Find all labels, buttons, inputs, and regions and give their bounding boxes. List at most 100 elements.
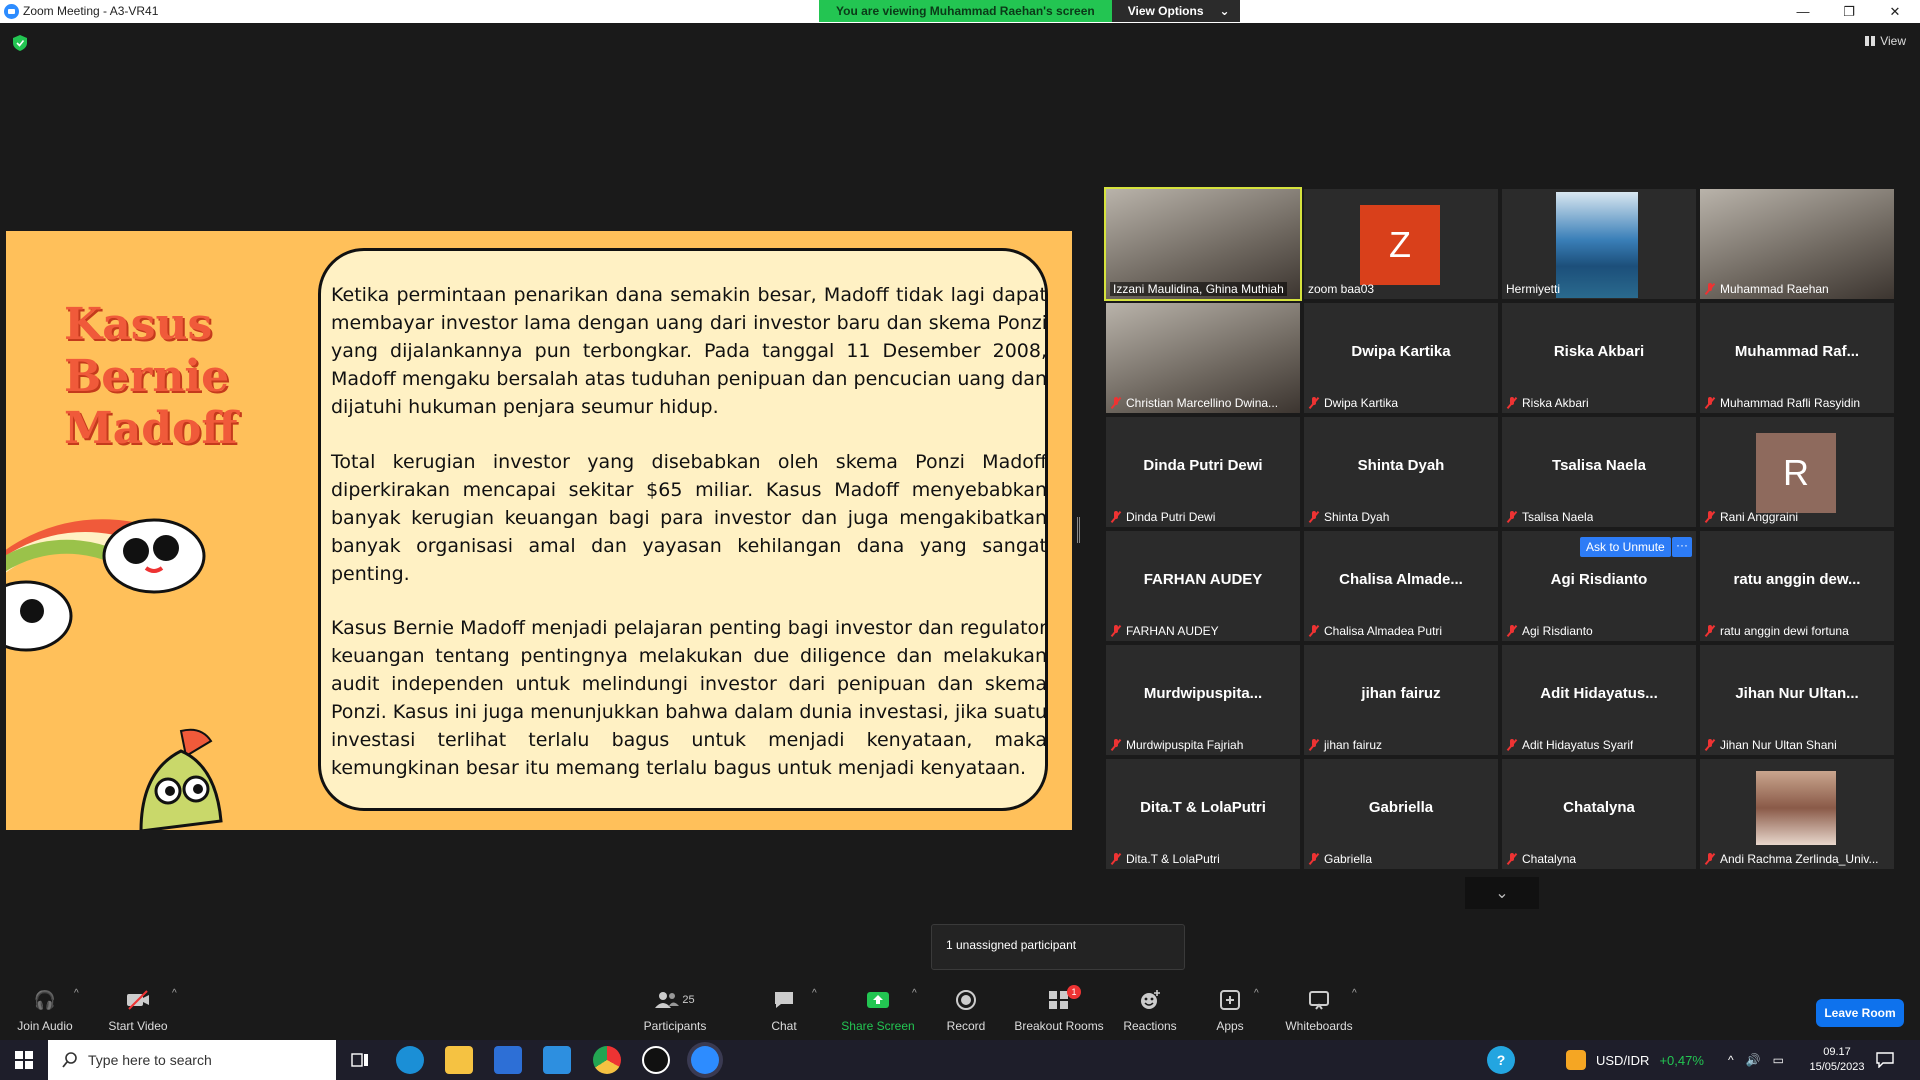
search-placeholder: Type here to search <box>88 1052 212 1068</box>
mic-muted-icon <box>1110 853 1122 865</box>
apps-button[interactable]: Apps <box>1212 972 1248 1040</box>
teamviewer-icon[interactable] <box>642 1046 670 1074</box>
network-icon[interactable]: ▭ <box>1773 1053 1784 1067</box>
participant-tile[interactable]: Muhammad Raf... Muhammad Rafli Rasyidin <box>1700 303 1894 413</box>
whiteboards-button[interactable]: Whiteboards <box>1284 972 1354 1040</box>
windows-logo-icon <box>15 1051 33 1069</box>
start-video-label: Start Video <box>108 1019 168 1033</box>
mail-icon[interactable] <box>543 1046 571 1074</box>
file-explorer-icon[interactable] <box>445 1046 473 1074</box>
record-button[interactable]: Record <box>942 972 990 1040</box>
task-view-icon[interactable] <box>346 1046 374 1074</box>
volume-icon[interactable]: 🔊 <box>1746 1053 1761 1067</box>
reactions-button[interactable]: Reactions <box>1122 972 1178 1040</box>
notification-icon[interactable] <box>1876 1040 1894 1080</box>
participant-tile[interactable]: ratu anggin dew... ratu anggin dewi fortu… <box>1700 531 1894 641</box>
mic-muted-icon <box>1704 853 1716 865</box>
participant-tile[interactable]: Chatalyna Chatalyna <box>1502 759 1696 869</box>
start-video-button[interactable]: Start Video <box>104 972 172 1040</box>
apps-options-caret[interactable]: ^ <box>1254 988 1259 999</box>
participant-name-label: Andi Rachma Zerlinda_Univ... <box>1704 852 1879 866</box>
mic-muted-icon <box>1704 283 1716 295</box>
share-screen-button[interactable]: Share Screen <box>840 972 916 1040</box>
viewing-message: You are viewing Muhammad Raehan's screen <box>819 0 1112 22</box>
chrome-browser-icon[interactable] <box>593 1046 621 1074</box>
more-options-button[interactable]: ··· <box>1672 537 1692 557</box>
participant-name-label: zoom baa03 <box>1308 282 1374 296</box>
audio-options-caret[interactable]: ^ <box>74 988 79 999</box>
tray-expand-icon[interactable]: ^ <box>1728 1053 1734 1067</box>
chat-options-caret[interactable]: ^ <box>812 988 817 999</box>
video-options-caret[interactable]: ^ <box>172 988 177 999</box>
mic-muted-icon <box>1308 853 1320 865</box>
participant-name-label: Gabriella <box>1308 852 1372 866</box>
participant-display-name: FARHAN AUDEY <box>1143 571 1263 588</box>
apps-label: Apps <box>1216 1019 1244 1033</box>
restore-button[interactable]: ❐ <box>1826 0 1872 23</box>
clock[interactable]: 09.17 15/05/2023 <box>1806 1040 1868 1080</box>
participant-name: Andi Rachma Zerlinda_Univ... <box>1720 852 1879 866</box>
participant-name-label: Shinta Dyah <box>1308 510 1389 524</box>
participant-tile[interactable]: Gabriella Gabriella <box>1304 759 1498 869</box>
zoom-taskbar-icon[interactable] <box>691 1046 719 1074</box>
participant-tile[interactable]: Murdwipuspita... Murdwipuspita Fajriah <box>1106 645 1300 755</box>
title-bar: Zoom Meeting - A3-VR41 You are viewing M… <box>0 0 1920 23</box>
participant-tile[interactable]: Izzani Maulidina, Ghina Muthiah <box>1104 187 1302 301</box>
view-layout-button[interactable]: View <box>1865 34 1906 48</box>
participant-tile[interactable]: Dita.T & LolaPutri Dita.T & LolaPutri <box>1106 759 1300 869</box>
participant-name: Tsalisa Naela <box>1522 510 1594 524</box>
participant-tile[interactable]: jihan fairuz jihan fairuz <box>1304 645 1498 755</box>
participant-tile[interactable]: Christian Marcellino Dwina... <box>1106 303 1300 413</box>
participant-name: Murdwipuspita Fajriah <box>1126 738 1244 752</box>
participant-tile[interactable]: Andi Rachma Zerlinda_Univ... <box>1700 759 1894 869</box>
participant-tile[interactable]: Jihan Nur Ultan... Jihan Nur Ultan Shani <box>1700 645 1894 755</box>
participant-name-label: Murdwipuspita Fajriah <box>1110 738 1243 752</box>
minimize-button[interactable]: — <box>1780 0 1826 23</box>
security-shield-icon[interactable] <box>13 35 27 51</box>
leave-room-button[interactable]: Leave Room <box>1816 999 1904 1027</box>
store-icon[interactable] <box>494 1046 522 1074</box>
mic-muted-icon <box>1110 625 1122 637</box>
participant-tile[interactable]: Dinda Putri Dewi Dinda Putri Dewi <box>1106 417 1300 527</box>
participant-tile[interactable]: Dwipa Kartika Dwipa Kartika <box>1304 303 1498 413</box>
currency-widget[interactable]: USD/IDR +0,47% <box>1566 1040 1704 1080</box>
chat-button[interactable]: Chat <box>764 972 804 1040</box>
ask-to-unmute-button[interactable]: Ask to Unmute <box>1580 537 1671 557</box>
gallery-scroll-down-button[interactable]: ⌄ <box>1465 877 1539 909</box>
close-button[interactable]: ✕ <box>1872 0 1918 23</box>
participant-tile[interactable]: Zzoom baa03 <box>1304 189 1498 299</box>
share-options-caret[interactable]: ^ <box>912 988 917 999</box>
participant-tile[interactable]: Riska Akbari Riska Akbari <box>1502 303 1696 413</box>
split-view-handle[interactable] <box>1077 517 1080 543</box>
mic-muted-icon <box>1704 397 1716 409</box>
participant-tile[interactable]: Chalisa Almade... Chalisa Almadea Putri <box>1304 531 1498 641</box>
view-options-button[interactable]: View Options ⌄ <box>1111 0 1240 22</box>
breakout-badge: 1 <box>1067 985 1081 999</box>
participant-tile[interactable]: Adit Hidayatus... Adit Hidayatus Syarif <box>1502 645 1696 755</box>
breakout-rooms-button[interactable]: 1 Breakout Rooms <box>1012 972 1106 1040</box>
participant-name-label: Dita.T & LolaPutri <box>1110 852 1220 866</box>
participant-tile[interactable]: Hermiyetti <box>1502 189 1696 299</box>
help-icon[interactable]: ? <box>1487 1046 1515 1074</box>
participant-name: FARHAN AUDEY <box>1126 624 1219 638</box>
participant-tile[interactable]: Muhammad Raehan <box>1700 189 1894 299</box>
start-button[interactable] <box>0 1040 48 1080</box>
participant-name-label: Christian Marcellino Dwina... <box>1110 396 1278 410</box>
slide-paragraph: Ketika permintaan penarikan dana semakin… <box>331 284 1047 418</box>
participant-name-label: Tsalisa Naela <box>1506 510 1593 524</box>
edge-browser-icon[interactable] <box>396 1046 424 1074</box>
participant-name: Dita.T & LolaPutri <box>1126 852 1220 866</box>
taskbar-search-input[interactable]: Type here to search <box>48 1040 336 1080</box>
participant-tile[interactable]: Tsalisa Naela Tsalisa Naela <box>1502 417 1696 527</box>
mic-muted-icon <box>1110 511 1122 523</box>
participant-tile[interactable]: Shinta Dyah Shinta Dyah <box>1304 417 1498 527</box>
participants-button[interactable]: 25 Participants <box>640 972 710 1040</box>
participant-display-name: ratu anggin dew... <box>1733 571 1861 588</box>
whiteboards-options-caret[interactable]: ^ <box>1352 988 1357 999</box>
participant-tile[interactable]: R Rani Anggraini <box>1700 417 1894 527</box>
participant-tile[interactable]: FARHAN AUDEY FARHAN AUDEY <box>1106 531 1300 641</box>
join-audio-button[interactable]: 🎧 Join Audio <box>12 972 78 1040</box>
currency-pair: USD/IDR <box>1596 1052 1650 1068</box>
participant-display-name: Dita.T & LolaPutri <box>1140 799 1266 816</box>
participant-name-label: Chatalyna <box>1506 852 1576 866</box>
